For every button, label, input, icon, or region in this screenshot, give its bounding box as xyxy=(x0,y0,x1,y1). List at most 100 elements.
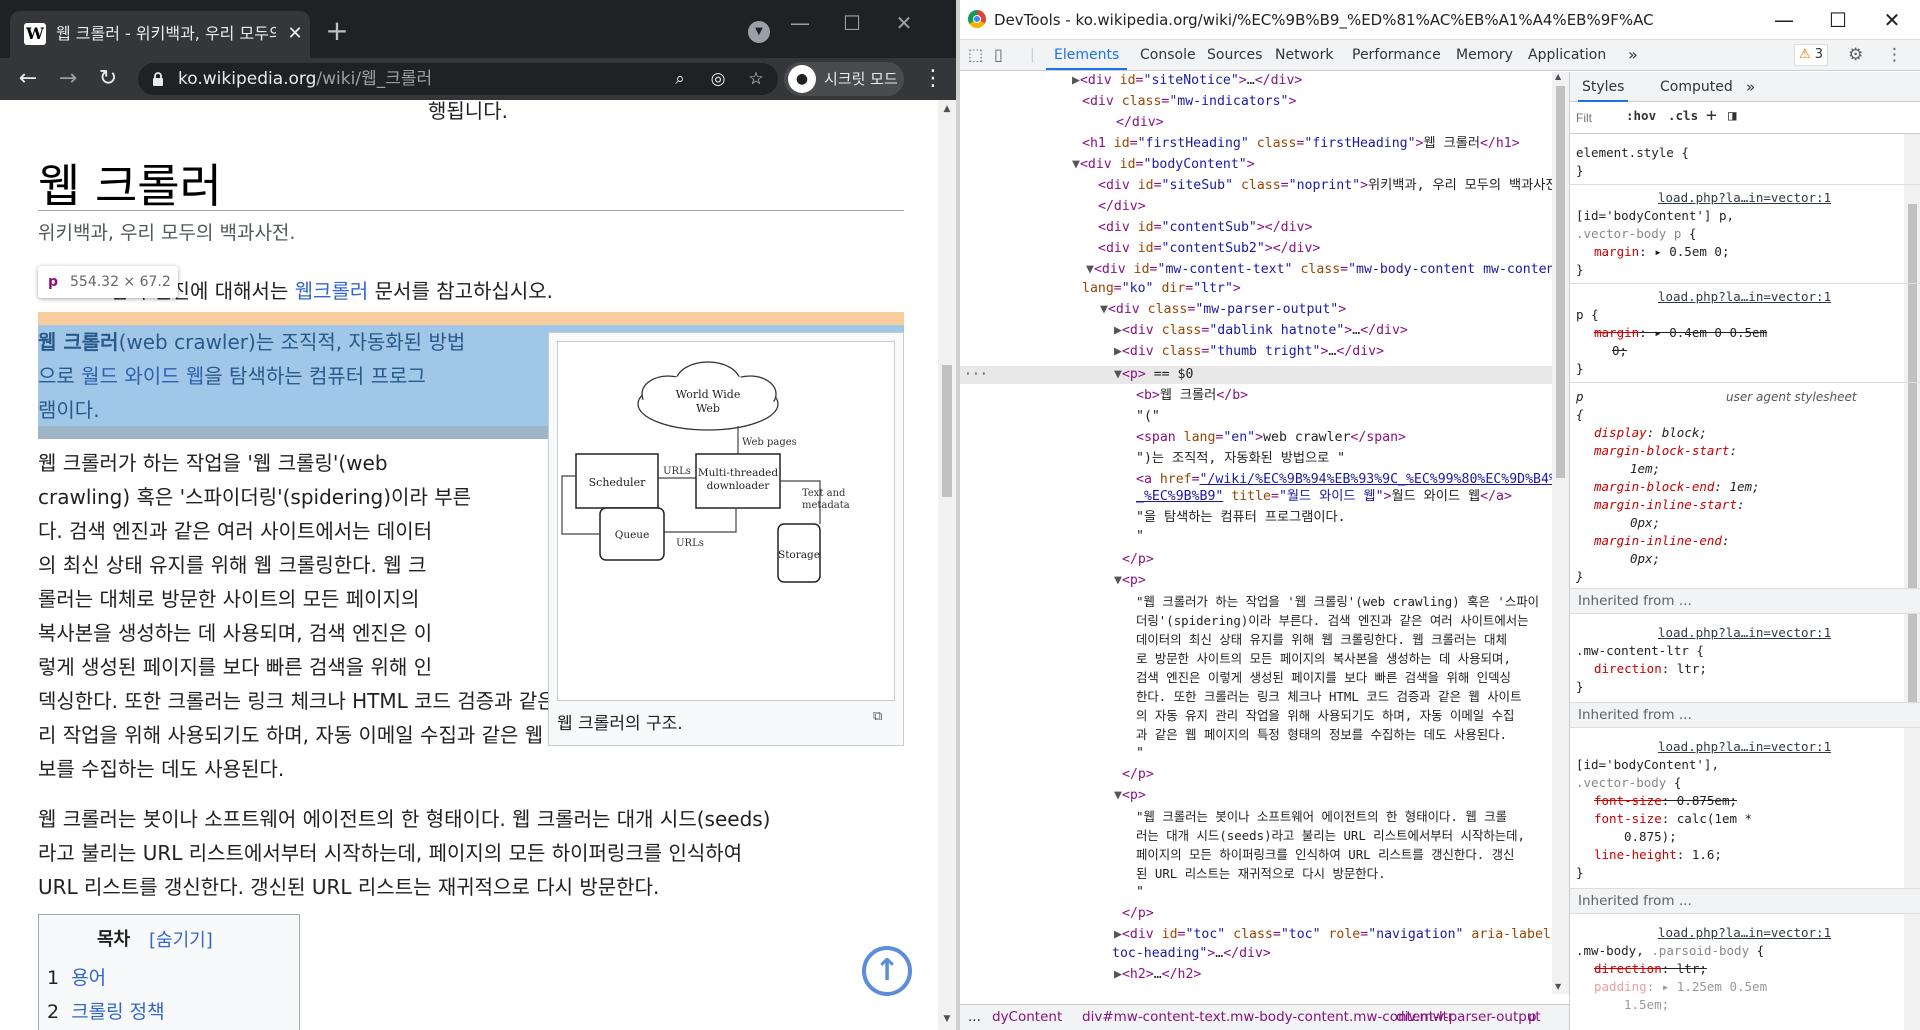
dom-node[interactable]: <div class="mw-indicators"> xyxy=(1082,93,1296,111)
tab-application[interactable]: Application xyxy=(1528,40,1606,70)
dom-node[interactable]: ")는 조직적, 자동화된 방법으로 " xyxy=(1136,450,1345,468)
more-panes-icon[interactable]: » xyxy=(1746,72,1755,102)
crawler-architecture-diagram[interactable]: World Wide Web Web pages Scheduler URLs … xyxy=(557,341,895,701)
dom-node[interactable]: <a href="/wiki/%EC%9B%94%EB%93%9C_%EC%99… xyxy=(1136,471,1569,489)
new-tab-button[interactable]: + xyxy=(322,16,352,46)
tab-elements[interactable]: Elements xyxy=(1046,40,1128,70)
dom-text[interactable]: 검색 엔진은 이렇게 생성된 페이지를 보다 빠른 검색을 위해 인덱싱 xyxy=(1136,669,1511,687)
style-selector[interactable]: [id='bodyContent'] p, xyxy=(1576,207,1734,225)
bookmark-star-icon[interactable]: ☆ xyxy=(744,67,768,91)
style-declaration[interactable]: direction: ltr; xyxy=(1594,960,1707,978)
dom-text[interactable]: 로 방문한 사이트의 모든 페이지의 복사본을 생성하는 데 사용되며, xyxy=(1136,650,1511,668)
breadcrumb-item[interactable]: div.mw-parser-output xyxy=(1396,1005,1541,1029)
warnings-badge[interactable]: ⚠ 3 xyxy=(1794,44,1829,66)
rule-source-link[interactable]: load.php?la…in=vector:1 xyxy=(1658,288,1831,306)
settings-gear-icon[interactable]: ⚙ xyxy=(1848,40,1863,70)
inspect-element-icon[interactable]: ⬚ xyxy=(968,40,983,70)
back-icon[interactable]: ← xyxy=(12,63,44,95)
scroll-up-icon[interactable]: ▲ xyxy=(942,104,952,114)
breadcrumb-item[interactable]: ... xyxy=(968,1005,981,1029)
dom-text[interactable]: 러는 대개 시드(seeds)라고 불리는 URL 리스트에서부터 시작하는데, xyxy=(1136,827,1525,845)
style-declaration[interactable]: margin: ▸ 0.4em 0 0.5em xyxy=(1594,324,1767,342)
minimize-icon[interactable]: — xyxy=(780,8,820,38)
eye-blocked-icon[interactable]: ◎ xyxy=(706,67,730,91)
dom-node[interactable]: ▼<p> xyxy=(1114,787,1146,805)
dom-node[interactable]: </p> xyxy=(1122,766,1154,784)
dom-text[interactable]: 된 URL 리스트는 재귀적으로 다시 방문한다. xyxy=(1136,865,1386,883)
tab-computed[interactable]: Computed xyxy=(1660,72,1733,102)
close-window-icon[interactable]: ✕ xyxy=(884,8,924,38)
style-selector[interactable]: .mw-content-ltr { xyxy=(1576,642,1704,660)
dom-node[interactable]: <div id="contentSub"></div> xyxy=(1098,219,1312,237)
dom-text[interactable]: "웹 크롤러가 하는 작업을 '웹 크롤링'(web crawling) 혹은 … xyxy=(1136,593,1539,611)
style-selector[interactable]: p xyxy=(1576,388,1584,406)
node-actions-icon[interactable]: ··· xyxy=(964,366,988,384)
tab-search-icon[interactable]: ▼ xyxy=(748,21,770,43)
toc-hide-link[interactable]: [숨기기] xyxy=(149,926,213,952)
style-rule[interactable]: element.style { xyxy=(1576,144,1689,162)
browser-tab[interactable]: W 웹 크롤러 - 위키백과, 우리 모두의 백과사전 ✕ xyxy=(10,11,310,58)
scroll-thumb[interactable] xyxy=(1908,204,1917,714)
dom-node[interactable]: <b>웹 크롤러</b> xyxy=(1136,387,1248,405)
style-selector[interactable]: .mw-body, .parsoid-body { xyxy=(1576,942,1764,960)
breadcrumb-item[interactable]: p xyxy=(1528,1005,1537,1029)
dom-text[interactable]: "웹 크롤러는 봇이나 소프트웨어 에이전트의 한 형태이다. 웹 크롤 xyxy=(1136,808,1507,826)
dom-text[interactable]: " xyxy=(1136,884,1144,902)
elements-tree[interactable]: ▶<div id="siteNotice">…</div> <div class… xyxy=(960,72,1569,994)
address-bar[interactable]: ko.wikipedia.org/wiki/웹_크롤러 ⌕ ◎ ☆ xyxy=(138,63,778,95)
dom-node[interactable]: </div> xyxy=(1116,114,1164,132)
rule-source-link[interactable]: load.php?la…in=vector:1 xyxy=(1658,738,1831,756)
rule-source-link[interactable]: load.php?la…in=vector:1 xyxy=(1658,624,1831,642)
enlarge-icon[interactable]: ⧉ xyxy=(873,709,882,724)
style-selector[interactable]: .vector-body { xyxy=(1576,774,1681,792)
cls-toggle[interactable]: .cls xyxy=(1668,108,1698,123)
dom-node[interactable]: "을 탐색하는 컴퓨터 프로그램이다. xyxy=(1136,509,1346,527)
style-declaration[interactable]: line-height: 1.6; xyxy=(1594,846,1722,864)
dom-node[interactable]: " xyxy=(1136,528,1144,546)
dom-node[interactable]: "(" xyxy=(1136,408,1160,426)
dom-node[interactable]: </div> xyxy=(1098,198,1146,216)
scroll-to-top-button[interactable]: ↑ xyxy=(862,946,912,996)
dom-node[interactable]: ▼<div class="mw-parser-output"> xyxy=(1100,301,1346,319)
tab-styles[interactable]: Styles xyxy=(1578,72,1629,102)
dom-text[interactable]: 과 같은 웹 페이지의 특정 형태의 정보를 수집하는 데도 사용된다. xyxy=(1136,726,1507,744)
maximize-icon[interactable]: ☐ xyxy=(832,8,872,38)
rule-source-link[interactable]: load.php?la…in=vector:1 xyxy=(1658,189,1831,207)
tab-console[interactable]: Console xyxy=(1140,40,1196,70)
scroll-thumb[interactable] xyxy=(1556,86,1565,478)
style-selector[interactable]: [id='bodyContent'], xyxy=(1576,756,1719,774)
scroll-down-icon[interactable]: ▼ xyxy=(942,1014,952,1024)
dom-node[interactable]: ▼<div id="mw-content-text" class="mw-bod… xyxy=(1086,261,1569,279)
rule-source-link[interactable]: load.php?la…in=vector:1 xyxy=(1658,924,1831,942)
hatnote-link[interactable]: 웹크롤러 xyxy=(295,279,369,303)
page-scrollbar[interactable]: ▲ ▼ xyxy=(938,100,956,1030)
style-selector[interactable]: .vector-body p { xyxy=(1576,225,1696,243)
device-toolbar-icon[interactable]: ▯ xyxy=(994,40,1003,70)
style-declaration[interactable]: padding: ▸ 1.25em 0.5em xyxy=(1594,978,1767,996)
dom-node[interactable]: lang="ko" dir="ltr"> xyxy=(1082,280,1241,298)
style-declaration[interactable]: margin-block-start: xyxy=(1594,442,1737,460)
dom-node[interactable]: <span lang="en">web crawler</span> xyxy=(1136,429,1406,447)
style-declaration[interactable]: 0; xyxy=(1612,342,1627,360)
filter-input[interactable] xyxy=(1576,108,1622,128)
zoom-icon[interactable]: ⌕ xyxy=(668,67,692,91)
www-link[interactable]: 월드 와이드 웹 xyxy=(81,364,204,388)
menu-dots-icon[interactable]: ⋮ xyxy=(918,63,948,95)
more-tabs-icon[interactable]: » xyxy=(1628,40,1638,70)
dom-node-selected[interactable]: ▼<p> == $0 xyxy=(1114,366,1193,384)
dom-node[interactable]: <h1 id="firstHeading" class="firstHeadin… xyxy=(1082,135,1520,153)
dom-node[interactable]: ▼<p> xyxy=(1114,572,1146,590)
dom-text[interactable]: 더링'(spidering)이라 부른다. 검색 엔진과 같은 여러 사이트에서… xyxy=(1136,612,1529,630)
add-rule-icon[interactable]: + xyxy=(1706,105,1717,126)
dom-node[interactable]: </p> xyxy=(1122,551,1154,569)
dom-text[interactable]: 페이지의 모든 하이퍼링크를 인식하여 URL 리스트를 갱신한다. 갱신 xyxy=(1136,846,1514,864)
reload-icon[interactable]: ↻ xyxy=(92,63,124,95)
dom-node[interactable]: _%EC%9B%B9" title="월드 와이드 웹">월드 와이드 웹</a… xyxy=(1136,488,1512,506)
dom-node[interactable]: <div id="siteSub" class="noprint">위키백과, … xyxy=(1098,177,1565,195)
selected-node-row[interactable] xyxy=(960,366,1569,384)
forward-icon[interactable]: → xyxy=(52,63,84,95)
close-tab-icon[interactable]: ✕ xyxy=(282,21,308,47)
dom-node[interactable]: ▼<div id="bodyContent"> xyxy=(1072,156,1255,174)
dom-node[interactable]: ▶<h2>…</h2> xyxy=(1114,966,1201,984)
elements-scrollbar[interactable]: ▲ ▼ xyxy=(1552,72,1569,994)
